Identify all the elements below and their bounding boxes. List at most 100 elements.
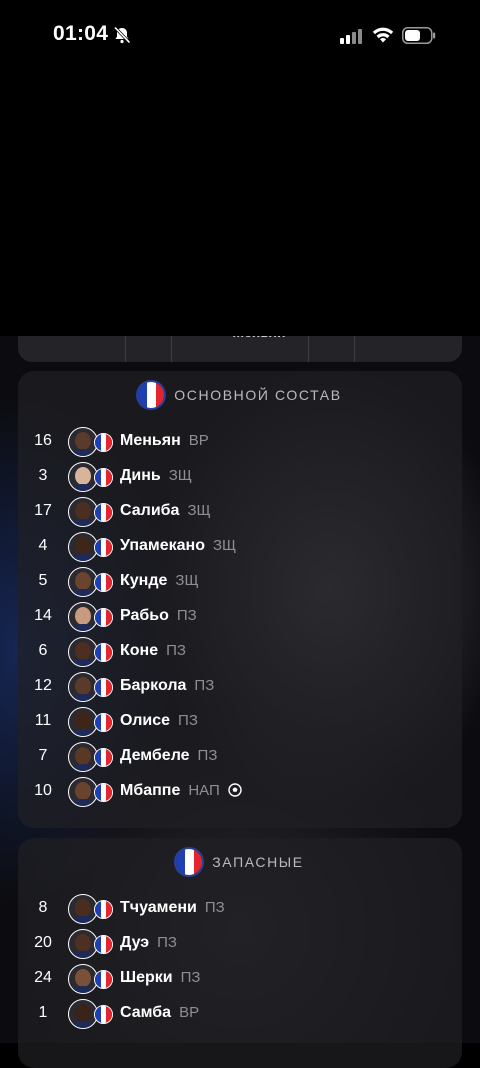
player-name-line: Упамекано ЗЩ [120,537,236,555]
france-flag-icon [94,643,113,662]
france-flag-icon [94,900,113,919]
player-name-line: Кунде ЗЩ [120,572,199,590]
player-position: ЗЩ [212,537,237,554]
france-flag-icon [94,503,113,522]
player-position: ЗЩ [175,572,199,589]
player-number: 5 [38,572,48,589]
player-position: ПЗ [166,642,186,659]
player-row[interactable]: 1 Самба ВР [18,997,462,1032]
player-name: Тчуамени [120,899,197,916]
france-flag-icon [176,849,203,875]
player-row[interactable]: 20 Дуэ ПЗ [18,927,462,962]
player-position: ЗЩ [168,467,192,484]
france-flag-icon [94,748,113,767]
player-position: ПЗ [197,747,218,764]
player-row[interactable]: 4 Упамекано ЗЩ [18,530,462,565]
player-position: ЗЩ [187,502,211,519]
player-row[interactable]: 3 Динь ЗЩ [18,460,462,495]
player-name-line: Мбаппе НАП [120,782,242,800]
player-row[interactable]: 11 Олисе ПЗ [18,705,462,740]
player-name: Рабьо [120,607,169,624]
player-name-line: Баркола ПЗ [120,677,214,695]
france-flag-icon [94,935,113,954]
player-name: Самба [120,1004,172,1021]
player-row[interactable]: 24 Шерки ПЗ [18,962,462,997]
player-row[interactable]: 16 Меньян ВР [18,425,462,460]
france-flag-icon [94,468,113,487]
player-name-line: Шерки ПЗ [120,969,200,987]
france-flag-icon [94,573,113,592]
france-flag-icon [94,1005,113,1024]
player-name: Упамекано [120,537,205,554]
player-name: Дембеле [120,747,190,764]
player-position: ПЗ [204,899,225,916]
player-name: Дуэ [120,934,150,951]
player-name-line: Коне ПЗ [120,642,186,660]
france-flag-icon [138,382,165,408]
france-flag-icon [94,433,113,452]
player-number: 24 [34,969,52,986]
section-title: ОСНОВНОЙ СОСТАВ [174,387,342,403]
section-title: ЗАПАСНЫЕ [212,854,304,870]
player-name-line: Тчуамени ПЗ [120,899,225,917]
player-name: Динь [120,467,161,484]
player-row[interactable]: 10 Мбаппе НАП [18,775,462,810]
player-name: Олисе [120,712,171,729]
player-number: 3 [38,467,48,484]
player-name-line: Рабьо ПЗ [120,607,197,625]
player-number: 8 [38,899,48,916]
player-name: Меньян [120,432,181,449]
player-position: ПЗ [157,934,177,951]
player-position: ВР [179,1004,200,1021]
france-flag-icon [94,783,113,802]
france-flag-icon [94,538,113,557]
player-name: Кунде [120,572,168,589]
player-position: ПЗ [180,969,201,986]
player-name: Баркола [120,677,187,694]
soccer-ball-icon [228,783,242,797]
player-position: ВР [188,432,209,449]
player-name-line: Салиба ЗЩ [120,502,211,520]
player-name: Коне [120,642,159,659]
player-name: Мбаппе [120,782,181,799]
player-position: ПЗ [178,712,198,729]
player-row[interactable]: 17 Салиба ЗЩ [18,495,462,530]
player-name-line: Олисе ПЗ [120,712,198,730]
player-number: 20 [34,934,52,951]
status-time: 01:04 [53,22,109,45]
player-row[interactable]: 6 Коне ПЗ [18,635,462,670]
substitutes-header: ЗАПАСНЫЕ [18,849,462,879]
player-number: 11 [34,712,52,729]
player-row[interactable]: 8 Тчуамени ПЗ [18,892,462,927]
substitutes-card: ЗАПАСНЫЕ 8 Тчуамени ПЗ 20 Дуэ ПЗ 24 Шерки ПЗ 1 Сам… [18,838,462,1068]
france-flag-icon [94,608,113,627]
france-flag-icon [94,713,113,732]
starting-lineup-header: ОСНОВНОЙ СОСТАВ [18,382,462,412]
france-flag-icon [94,970,113,989]
player-row[interactable]: 5 Кунде ЗЩ [18,565,462,600]
player-name-line: Самба ВР [120,1004,199,1022]
player-position: НАП [188,782,220,799]
player-number: 12 [34,677,52,694]
player-number: 10 [34,782,52,799]
bell-muted-icon [113,26,131,44]
player-number: 14 [34,607,52,624]
player-row[interactable]: 12 Баркола ПЗ [18,670,462,705]
player-number: 16 [34,432,52,449]
player-name: Салиба [120,502,180,519]
player-number: 7 [38,747,48,764]
status-bar: 01:04 [0,0,480,70]
france-flag-icon [94,678,113,697]
player-number: 6 [38,642,48,659]
starting-lineup-card: ОСНОВНОЙ СОСТАВ 16 Меньян ВР 3 Динь ЗЩ 17 Салиб… [18,371,462,828]
player-row[interactable]: 7 Дембеле ПЗ [18,740,462,775]
player-number: 1 [38,1004,48,1021]
player-name-line: Меньян ВР [120,432,209,450]
cellular-signal-icon [340,29,362,44]
player-name-line: Дембеле ПЗ [120,747,217,765]
player-position: ПЗ [176,607,197,624]
player-name-line: Динь ЗЩ [120,467,192,485]
player-name-line: Дуэ ПЗ [120,934,177,952]
video-area [0,70,480,336]
player-row[interactable]: 14 Рабьо ПЗ [18,600,462,635]
